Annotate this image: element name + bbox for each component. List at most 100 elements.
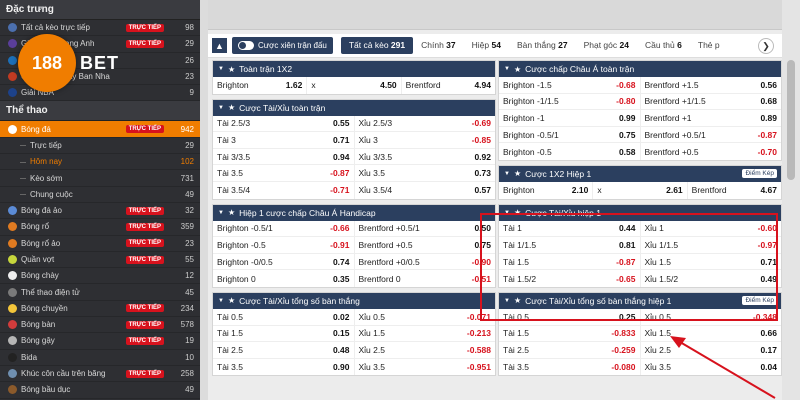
panel-header[interactable]: ▼ ★ Hiệp 1 cược chấp Châu Á Handicap [213,204,495,221]
odds-cell[interactable]: Tài 2.5/3 0.55 [213,115,355,132]
odds-cell[interactable]: Tài 3 0.71 [213,132,355,148]
odds-cell[interactable]: Brighton -0.5 0.58 [499,143,641,160]
sidebar-item[interactable]: Bóng đá ảo TRỰC TIẾP 32 [0,203,200,220]
caret-down-icon[interactable]: ▼ [218,66,224,72]
sidebar-item[interactable]: Bóng bầu dục 49 [0,382,200,399]
panel-header[interactable]: ▼ ★ Cược Tài/Xỉu tổng số bàn thắng hiệp 1 Đ… [499,292,781,309]
sidebar-item[interactable]: Chung cuộc 49 [0,187,200,203]
odds-cell[interactable]: Brentford 4.67 [688,182,781,199]
odds-cell[interactable]: Tài 0.5 0.25 [499,308,641,325]
odds-cell[interactable]: Brentford +1.5 0.56 [641,77,782,93]
sidebar-item[interactable]: Quần vợt TRỰC TIẾP 55 [0,252,200,269]
odds-cell[interactable]: Brentford +0.5/1 -0.87 [641,127,782,143]
odds-cell[interactable]: Tài 3/3.5 0.94 [213,148,355,165]
odds-cell[interactable]: Tài 1/1.5 0.81 [499,237,641,253]
tab-2[interactable]: Hiệp 54 [464,37,509,54]
parlay-toggle[interactable]: Cược xiên trận đấu [232,37,333,54]
tab-1[interactable]: Chính 37 [413,37,464,54]
sidebar-item[interactable]: Bóng gậy TRỰC TIẾP 19 [0,333,200,350]
odds-cell[interactable]: Brighton -0.5 -0.91 [213,237,355,253]
odds-cell[interactable]: Brentford +0/0.5 -0.90 [355,254,496,270]
odds-cell[interactable]: Tài 2.5 0.48 [213,342,355,358]
tab-6[interactable]: Thẻ p [690,37,728,54]
odds-cell[interactable]: Brentford +1/1.5 0.68 [641,94,782,110]
odds-cell[interactable]: Xỉu 1.5 0.71 [641,254,782,270]
tab-5[interactable]: Cầu thủ 6 [637,37,690,54]
odds-cell[interactable]: Tài 3.5 -0.87 [213,165,355,181]
star-icon[interactable]: ★ [228,65,235,74]
odds-cell[interactable]: Xỉu 3/3.5 0.92 [355,149,496,165]
panel-header[interactable]: ▼ ★ Toàn trận 1X2 [213,61,495,77]
caret-down-icon[interactable]: ▼ [504,171,510,177]
odds-cell[interactable]: Brighton -0.5/1 0.75 [499,126,641,143]
odds-cell[interactable]: x 2.61 [593,181,688,199]
odds-cell[interactable]: Xỉu 3.5/4 0.57 [355,182,496,199]
odds-cell[interactable]: Brighton -0/0.5 0.74 [213,253,355,270]
odds-cell[interactable]: Xỉu 1.5 0.66 [641,326,782,342]
odds-cell[interactable]: Brentford +0.5 -0.70 [641,143,782,160]
odds-cell[interactable]: Xỉu 1.5 -0.213 [355,326,496,342]
sidebar-item[interactable]: Hôm nay 102 [0,154,200,171]
odds-cell[interactable]: Brentford 0 -0.51 [355,270,496,287]
odds-cell[interactable]: x 4.50 [307,77,402,94]
sidebar-item[interactable]: Bida 10 [0,350,200,366]
odds-cell[interactable]: Brentford +0.5/1 0.50 [355,221,496,237]
star-icon[interactable]: ★ [514,65,521,74]
odds-cell[interactable]: Tài 0.5 0.02 [213,308,355,325]
star-icon[interactable]: ★ [228,103,235,112]
caret-down-icon[interactable]: ▼ [504,210,510,216]
chevron-right-icon[interactable]: ❯ [758,38,774,54]
odds-cell[interactable]: Tài 3.5 -0.080 [499,358,641,376]
odds-cell[interactable]: Xỉu 2.5 -0.588 [355,342,496,358]
caret-down-icon[interactable]: ▼ [504,298,510,304]
odds-cell[interactable]: Brighton 0 0.35 [213,270,355,287]
sidebar-item[interactable]: Bóng rổ TRỰC TIẾP 359 [0,219,200,236]
odds-cell[interactable]: Brighton -1 0.99 [499,110,641,126]
panel-header[interactable]: ▼ ★ Cược Tài/Xỉu toàn trận [213,99,495,116]
caret-down-icon[interactable]: ▼ [218,298,224,304]
star-icon[interactable]: ★ [514,169,521,178]
odds-cell[interactable]: Xỉu 0.5 -0.071 [355,309,496,325]
sidebar-item[interactable]: Bóng rổ ảo TRỰC TIẾP 23 [0,236,200,252]
odds-cell[interactable]: Brighton -1.5 -0.68 [499,77,641,93]
odds-cell[interactable]: Tài 1.5 -0.833 [499,325,641,342]
odds-cell[interactable]: Brighton -0.5/1 -0.66 [213,220,355,237]
odds-cell[interactable]: Tài 1.5 0.15 [213,325,355,342]
odds-cell[interactable]: Brighton 2.10 [499,181,594,199]
odds-cell[interactable]: Xỉu 3.5 0.04 [641,359,782,376]
sidebar-item[interactable]: Bóng chuyền TRỰC TIẾP 234 [0,301,200,318]
collapse-all-icon[interactable]: ▲ [212,38,227,53]
scrollbar-thumb[interactable] [787,60,795,180]
panel-header[interactable]: ▼ ★ Cược Tài/Xỉu tổng số bàn thắng [213,292,495,309]
caret-down-icon[interactable]: ▼ [504,66,510,72]
panel-header[interactable]: ▼ ★ Cược 1X2 Hiệp 1 Điểm Kép [499,165,781,182]
odds-cell[interactable]: Brentford 4.94 [402,77,495,94]
odds-cell[interactable]: Tài 2.5 -0.259 [499,342,641,358]
star-icon[interactable]: ★ [514,296,521,305]
odds-cell[interactable]: Xỉu 3.5 0.73 [355,165,496,181]
caret-down-icon[interactable]: ▼ [218,105,224,111]
odds-cell[interactable]: Tài 1.5 -0.87 [499,253,641,270]
odds-cell[interactable]: Xỉu 1.5/2 0.49 [641,270,782,287]
odds-cell[interactable]: Brighton -1/1.5 -0.80 [499,93,641,110]
odds-cell[interactable]: Tài 3.5 0.90 [213,358,355,376]
odds-cell[interactable]: Brentford +1 0.89 [641,110,782,126]
odds-cell[interactable]: Brighton 1.62 [213,77,308,94]
odds-cell[interactable]: Xỉu 2.5/3 -0.69 [355,116,496,132]
sidebar-item[interactable]: Khúc côn cầu trên băng TRỰC TIẾP 258 [0,366,200,383]
sidebar-item[interactable]: Thể thao điện tử 45 [0,284,200,301]
odds-cell[interactable]: Xỉu 0.5 -0.348 [641,309,782,325]
star-icon[interactable]: ★ [228,208,235,217]
odds-cell[interactable]: Xỉu 1/1.5 -0.97 [641,237,782,253]
odds-cell[interactable]: Tài 3.5/4 -0.71 [213,181,355,199]
panel-header[interactable]: ▼ ★ Cược Tài/Xỉu hiệp 1 [499,204,781,221]
odds-cell[interactable]: Xỉu 2.5 0.17 [641,342,782,358]
star-icon[interactable]: ★ [228,296,235,305]
tab-4[interactable]: Phạt góc 24 [576,37,637,54]
odds-cell[interactable]: Tài 1.5/2 -0.65 [499,270,641,287]
caret-down-icon[interactable]: ▼ [218,210,224,216]
sidebar-item[interactable]: Bóng bàn TRỰC TIẾP 578 [0,317,200,334]
scrollbar[interactable] [782,0,800,400]
odds-cell[interactable]: Xỉu 3.5 -0.951 [355,359,496,376]
odds-cell[interactable]: Xỉu 3 -0.85 [355,132,496,148]
